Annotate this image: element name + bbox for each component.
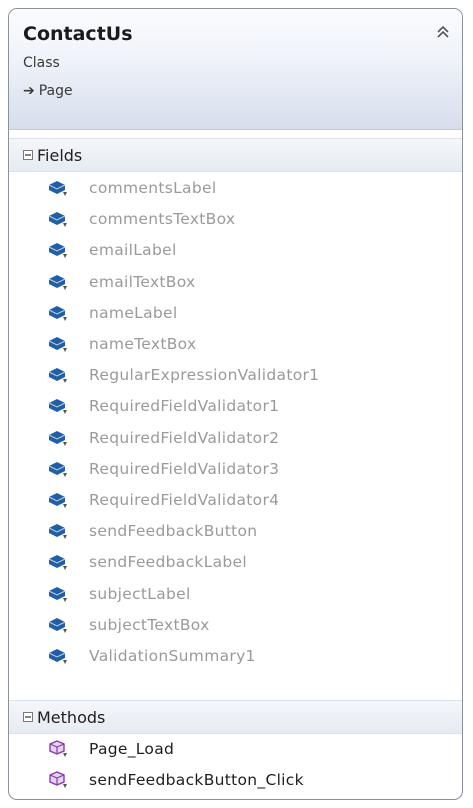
- field-item[interactable]: commentsTextBox: [47, 206, 447, 234]
- field-name: RequiredFieldValidator2: [89, 428, 280, 447]
- fields-section-label: Fields: [37, 146, 83, 165]
- field-name: emailTextBox: [89, 272, 196, 291]
- collapse-minus-icon[interactable]: [23, 712, 33, 722]
- collapse-double-chevron-icon[interactable]: [434, 23, 452, 41]
- field-item[interactable]: subjectTextBox: [47, 612, 447, 640]
- protected-field-icon: [47, 551, 69, 573]
- protected-method-icon: [47, 769, 69, 791]
- field-name: sendFeedbackLabel: [89, 553, 248, 572]
- field-item[interactable]: emailLabel: [47, 237, 447, 265]
- field-item[interactable]: RequiredFieldValidator1: [47, 393, 447, 421]
- class-header: ContactUs Class ➔ Page: [9, 9, 462, 130]
- protected-field-icon: [47, 489, 69, 511]
- field-name: subjectLabel: [89, 584, 191, 603]
- field-item[interactable]: sendFeedbackButton: [47, 518, 447, 546]
- fields-section-header[interactable]: Fields: [9, 138, 462, 172]
- field-name: commentsLabel: [89, 179, 217, 197]
- protected-field-icon: [47, 583, 69, 605]
- inheritance-arrow-icon: ➔: [23, 83, 35, 99]
- field-name: RequiredFieldValidator4: [89, 491, 280, 509]
- protected-method-icon: [47, 738, 69, 760]
- protected-field-icon: [47, 364, 69, 386]
- field-name: nameTextBox: [89, 335, 197, 353]
- class-stereotype: Class: [23, 55, 60, 71]
- field-name: RegularExpressionValidator1: [89, 366, 320, 385]
- protected-field-icon: [47, 239, 69, 261]
- field-item[interactable]: commentsLabel: [47, 175, 447, 203]
- field-item[interactable]: nameLabel: [47, 300, 447, 328]
- protected-field-icon: [47, 208, 69, 230]
- field-name: nameLabel: [89, 303, 178, 322]
- base-class: ➔ Page: [23, 83, 73, 99]
- methods-section-label: Methods: [37, 708, 106, 727]
- field-name: RequiredFieldValidator3: [89, 459, 280, 478]
- protected-field-icon: [47, 395, 69, 417]
- field-item[interactable]: nameTextBox: [47, 331, 447, 359]
- protected-field-icon: [47, 458, 69, 480]
- protected-field-icon: [47, 427, 69, 449]
- protected-field-icon: [47, 271, 69, 293]
- field-name: subjectTextBox: [89, 615, 210, 634]
- method-item[interactable]: Page_Load: [47, 736, 447, 764]
- method-item[interactable]: sendFeedbackButton_Click: [47, 767, 447, 795]
- field-item[interactable]: sendFeedbackLabel: [47, 549, 447, 577]
- protected-field-icon: [47, 177, 69, 199]
- field-item[interactable]: RequiredFieldValidator2: [47, 425, 447, 453]
- protected-field-icon: [47, 302, 69, 324]
- field-name: ValidationSummary1: [89, 647, 256, 665]
- methods-section-header[interactable]: Methods: [9, 700, 462, 734]
- field-name: RequiredFieldValidator1: [89, 397, 280, 416]
- protected-field-icon: [47, 645, 69, 667]
- protected-field-icon: [47, 614, 69, 636]
- field-item[interactable]: RegularExpressionValidator1: [47, 362, 447, 390]
- method-name: Page_Load: [89, 740, 175, 758]
- field-item[interactable]: emailTextBox: [47, 269, 447, 297]
- field-name: emailLabel: [89, 241, 177, 260]
- field-name: sendFeedbackButton: [89, 522, 258, 541]
- field-item[interactable]: subjectLabel: [47, 581, 447, 609]
- protected-field-icon: [47, 333, 69, 355]
- protected-field-icon: [47, 520, 69, 542]
- field-item[interactable]: ValidationSummary1: [47, 643, 447, 671]
- method-name: sendFeedbackButton_Click: [89, 771, 304, 790]
- field-item[interactable]: RequiredFieldValidator3: [47, 456, 447, 484]
- collapse-minus-icon[interactable]: [23, 150, 33, 160]
- class-name[interactable]: ContactUs: [23, 23, 133, 45]
- field-name: commentsTextBox: [89, 210, 236, 229]
- base-class-name[interactable]: Page: [39, 83, 73, 99]
- class-shape[interactable]: ContactUs Class ➔ Page Fields commentsLab…: [8, 8, 463, 800]
- field-item[interactable]: RequiredFieldValidator4: [47, 487, 447, 515]
